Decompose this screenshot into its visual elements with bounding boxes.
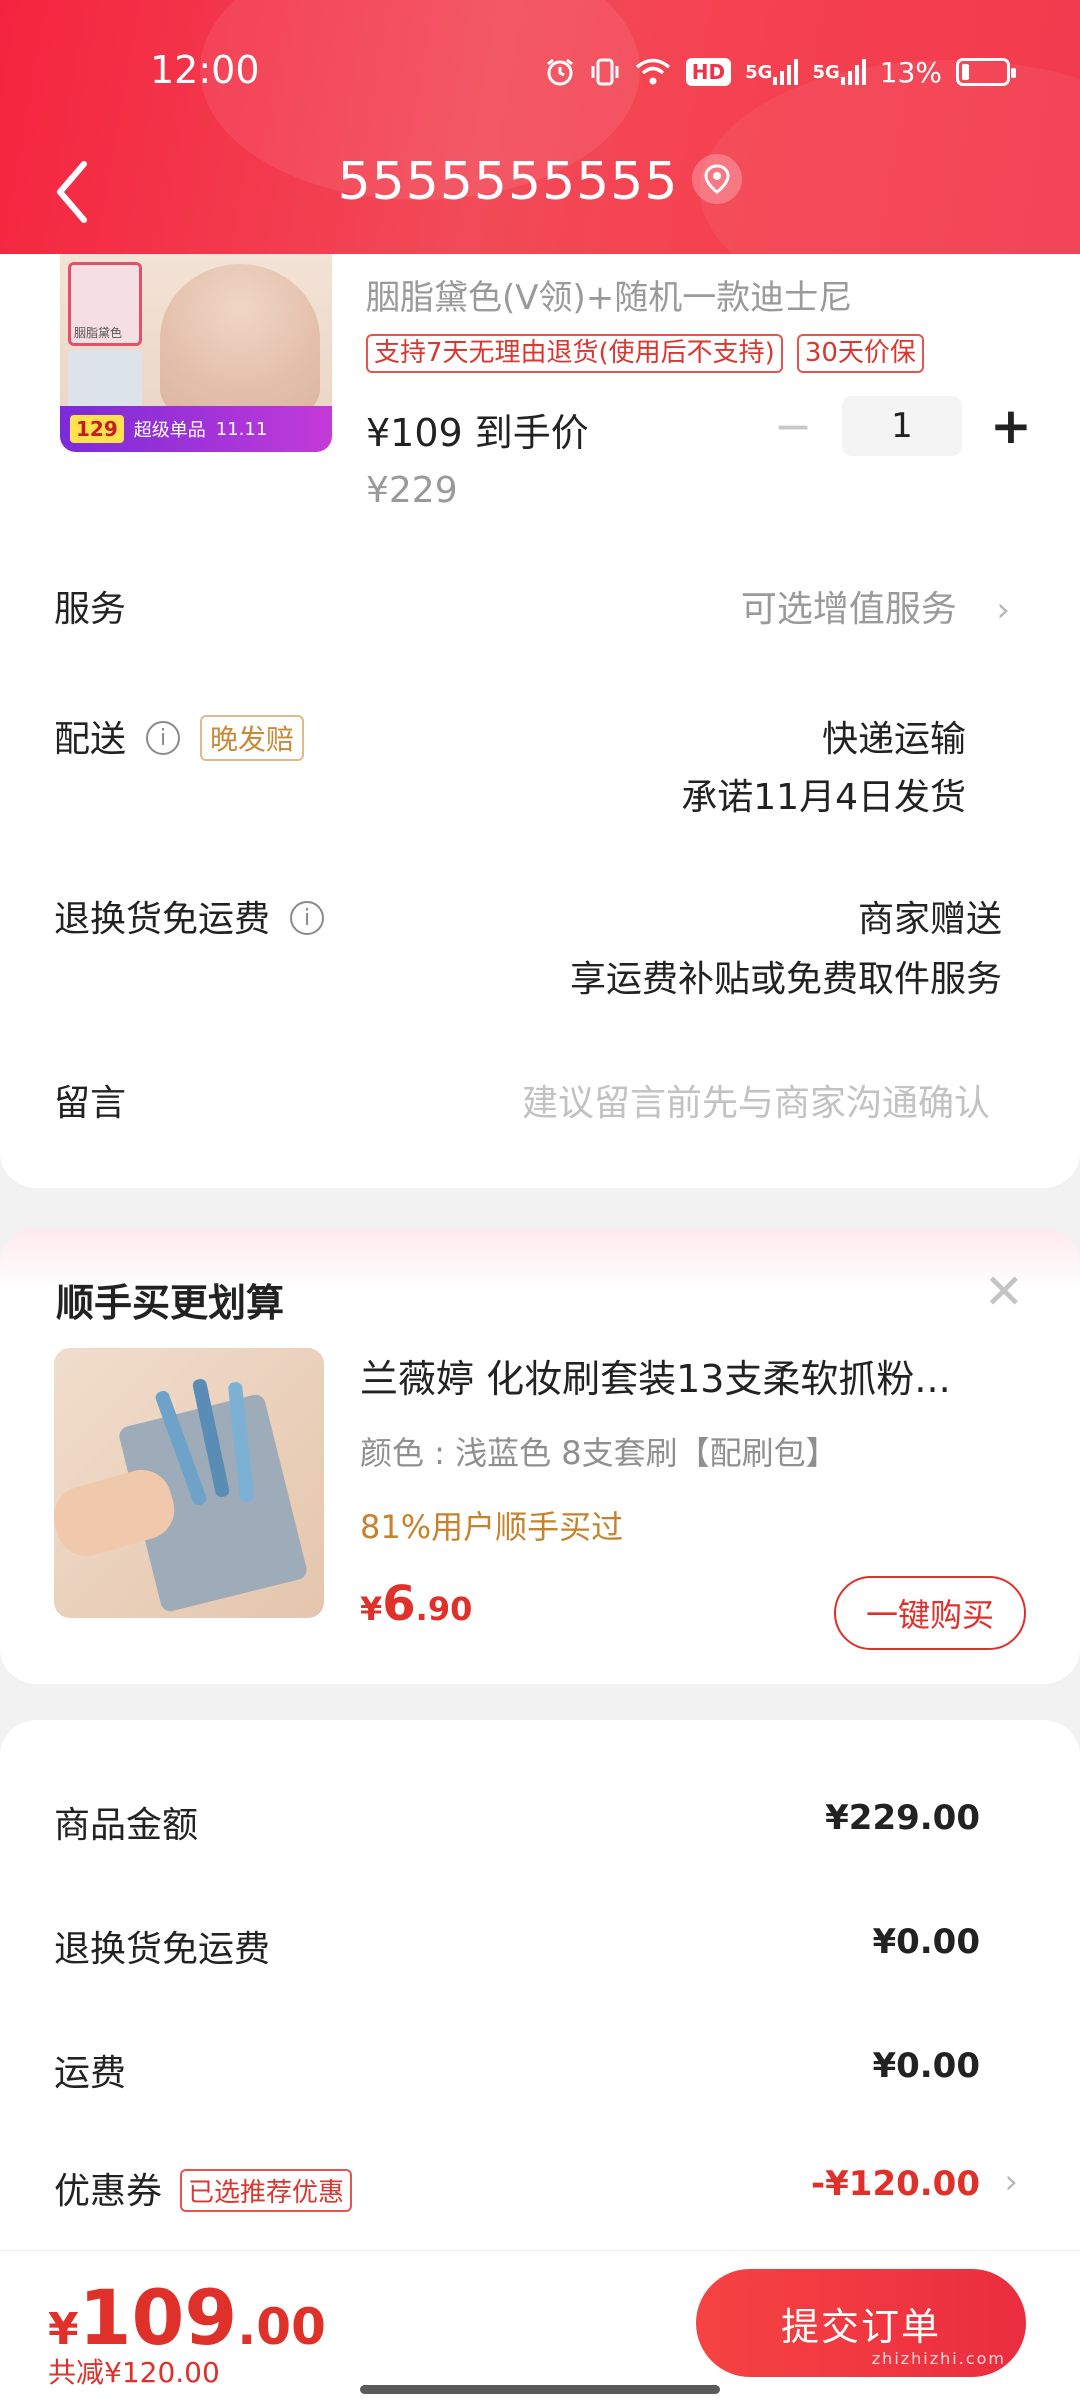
submit-label: 提交订单 <box>780 2304 941 2349</box>
info-icon[interactable]: i <box>146 721 181 755</box>
total-int: 109 <box>78 2273 238 2362</box>
thumb <box>68 350 142 410</box>
goods-amount-label: 商品金额 <box>54 1805 199 1846</box>
goods-amount-value: ¥229.00 <box>825 1798 980 1838</box>
increase-button[interactable]: + <box>986 397 1036 455</box>
battery-icon <box>956 58 1016 86</box>
hd-badge: HD <box>685 58 732 86</box>
product-tags: 支持7天无理由退货(使用后不支持) 30天价保 <box>366 334 924 374</box>
final-price: ¥109 到手价 <box>366 411 589 455</box>
delivery-row: 配送 i 晚发赔 <box>54 710 305 764</box>
return-label: 退换货免运费 <box>54 899 271 940</box>
quantity-stepper: − 1 + <box>768 396 1036 456</box>
total-discount: 共减¥120.00 <box>48 2356 220 2389</box>
promo-banner: 129 超级单品 11.11 <box>60 406 332 452</box>
network-label: 5G <box>745 61 773 83</box>
home-indicator[interactable] <box>360 2385 720 2394</box>
upsell-rate: 81%用户顺手买过 <box>360 1508 624 1546</box>
return-shipping-value: ¥0.00 <box>872 1922 980 1962</box>
delivery-method: 快递运输 <box>821 719 966 760</box>
service-label: 服务 <box>54 589 127 630</box>
alarm-icon <box>544 56 576 88</box>
product-photo <box>160 264 320 414</box>
total-dec: .00 <box>237 2298 326 2356</box>
status-icons: HD 5G 5G 13% <box>544 50 1016 94</box>
upsell-title: 顺手买更划算 <box>56 1281 285 1325</box>
upsell-price-int: 6 <box>382 1576 416 1632</box>
nav-bar: 5555555555 <box>0 140 1080 250</box>
upsell-price-dec: .90 <box>415 1590 473 1628</box>
coupon-tag: 已选推荐优惠 <box>180 2168 353 2212</box>
delivery-promise: 承诺11月4日发货 <box>681 777 966 818</box>
network-label: 5G <box>812 61 840 83</box>
product-variant: 胭脂黛色(V领)+随机一款迪士尼 <box>366 278 853 318</box>
return-gift: 商家赠送 <box>857 899 1002 940</box>
chevron-right-icon: › <box>996 590 1010 630</box>
return-benefit: 享运费补贴或免费取件服务 <box>569 959 1002 1000</box>
one-click-buy-button[interactable]: 一键购买 <box>834 1576 1026 1650</box>
message-input[interactable]: 建议留言前先与商家沟通确认 <box>522 1074 990 1126</box>
info-icon[interactable]: i <box>290 901 325 935</box>
badge-date: 11.11 <box>215 418 268 440</box>
total-price: ¥109.00 <box>48 2273 326 2362</box>
upsell-price-symbol: ¥ <box>360 1590 383 1628</box>
submit-order-button[interactable]: 提交订单 zhizhizhi.com <box>696 2269 1026 2377</box>
summary-card: 商品金额 ¥229.00 退换货免运费 ¥0.00 运费 ¥0.00 优惠券 已选… <box>0 1720 1080 2250</box>
upsell-name[interactable]: 兰薇婷 化妆刷套装13支柔软抓粉... <box>360 1348 951 1403</box>
message-label: 留言 <box>54 1083 127 1124</box>
watermark: zhizhizhi.com <box>871 2349 1006 2368</box>
product-image[interactable]: 129 超级单品 11.11 胭脂黛色 <box>60 254 332 452</box>
delivery-label: 配送 <box>54 719 127 760</box>
wifi-icon <box>634 57 672 87</box>
quantity-value[interactable]: 1 <box>842 396 962 456</box>
upsell-color: 颜色 : 浅蓝色 8支套刷【配刷包】 <box>360 1434 838 1472</box>
page-title[interactable]: 5555555555 <box>0 152 1080 212</box>
coupon-label: 优惠券 <box>54 2171 163 2212</box>
upsell-price: ¥6.90 <box>360 1576 472 1632</box>
decrease-button[interactable]: − <box>768 399 818 453</box>
signal-icon: 5G <box>812 57 866 87</box>
coupon-row[interactable]: 优惠券 已选推荐优惠 <box>54 2162 353 2215</box>
original-price: ¥229 <box>366 470 458 511</box>
close-icon[interactable]: ✕ <box>984 1264 1024 1320</box>
total-symbol: ¥ <box>48 2304 79 2355</box>
signal-icon: 5G <box>745 57 799 87</box>
price-protect-tag: 30天价保 <box>796 334 924 374</box>
battery-percent: 13% <box>879 55 942 89</box>
return-row: 退换货免运费 i <box>54 890 325 942</box>
phone-number: 5555555555 <box>337 152 679 212</box>
vibrate-icon <box>590 56 620 88</box>
badge-text: 超级单品 <box>133 420 206 441</box>
upsell-card: 顺手买更划算 ✕ 兰薇婷 化妆刷套装13支柔软抓粉... 颜色 : 浅蓝色 8支… <box>0 1228 1080 1684</box>
return-shipping-label: 退换货免运费 <box>54 1929 271 1970</box>
return-policy-tag: 支持7天无理由退货(使用后不支持) <box>366 334 783 374</box>
upsell-image[interactable] <box>54 1348 324 1618</box>
bottom-bar: ¥109.00 共减¥120.00 提交订单 zhizhizhi.com <box>0 2250 1080 2400</box>
header: 12:00 HD 5G 5G 13% 5555555555 <box>0 0 1080 254</box>
thumb-label: 胭脂黛色 <box>74 326 123 340</box>
chevron-right-icon: › <box>1004 2162 1018 2202</box>
location-icon[interactable] <box>692 154 743 204</box>
late-compensation-tag: 晚发赔 <box>200 715 305 761</box>
coupon-value[interactable]: -¥120.00 <box>811 2164 980 2204</box>
badge-price: 129 <box>70 415 124 443</box>
status-bar: 12:00 HD 5G 5G 13% <box>0 0 1080 140</box>
shipping-label: 运费 <box>54 2053 127 2094</box>
shipping-value: ¥0.00 <box>872 2046 980 2086</box>
order-card: 129 超级单品 11.11 胭脂黛色 胭脂黛色(V领)+随机一款迪士尼 支持7… <box>0 254 1080 1188</box>
service-row[interactable]: 可选增值服务 › <box>741 580 1010 632</box>
status-time: 12:00 <box>150 48 260 92</box>
service-value: 可选增值服务 <box>740 589 957 630</box>
